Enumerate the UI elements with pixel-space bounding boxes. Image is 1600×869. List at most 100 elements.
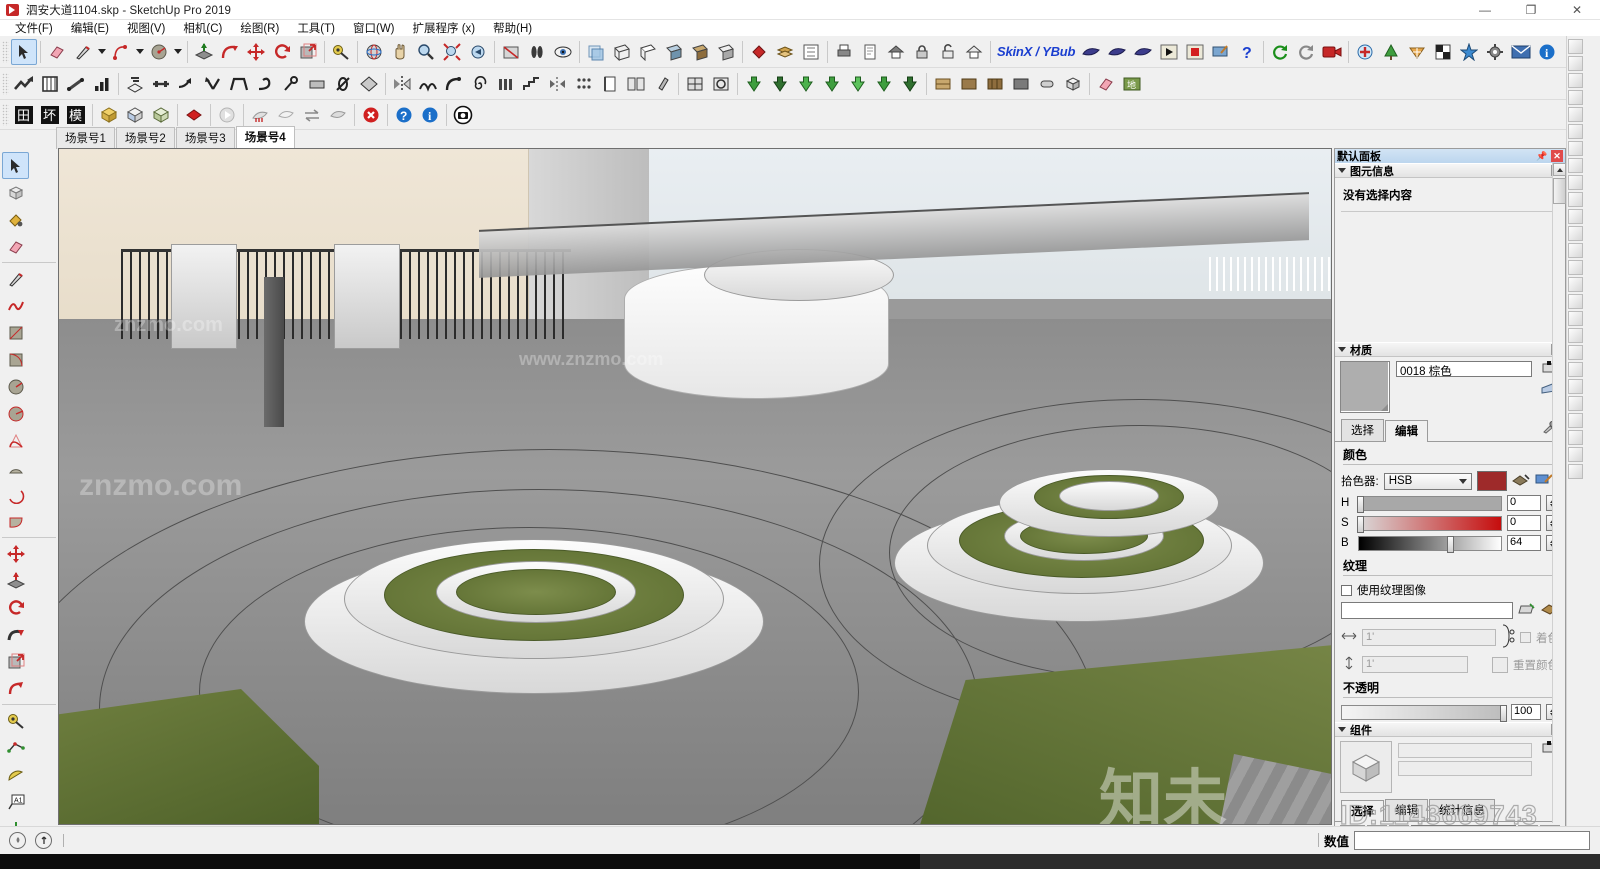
mini-tool-10[interactable] bbox=[1568, 192, 1583, 207]
plugin-mirror-tool[interactable] bbox=[389, 71, 415, 97]
scene-tab-1[interactable]: 场景号1 bbox=[56, 127, 115, 149]
plugin-loop-tool[interactable] bbox=[252, 71, 278, 97]
plugin-arrow-down-dark[interactable] bbox=[767, 71, 793, 97]
panel-scrollbar[interactable] bbox=[1552, 163, 1566, 823]
ext-paint-red-icon[interactable] bbox=[181, 102, 207, 128]
plugin-explode-tool[interactable] bbox=[200, 71, 226, 97]
plugin-texture-3[interactable] bbox=[982, 71, 1008, 97]
monochrome-tool[interactable] bbox=[713, 39, 739, 65]
orbit-tool[interactable] bbox=[361, 39, 387, 65]
tape-measure-tool-left[interactable] bbox=[2, 707, 29, 734]
ext-grid-char-icon[interactable]: 田 bbox=[11, 102, 37, 128]
plugin-columns-tool[interactable] bbox=[493, 71, 519, 97]
channel-h-value[interactable]: 0 bbox=[1507, 495, 1541, 511]
plugin-joint-tool[interactable] bbox=[278, 71, 304, 97]
picker-select[interactable]: HSB bbox=[1383, 472, 1472, 490]
menu-tools[interactable]: 工具(T) bbox=[288, 19, 344, 37]
material-tab-edit[interactable]: 编辑 bbox=[1385, 420, 1428, 442]
menu-view[interactable]: 视图(V) bbox=[118, 19, 174, 37]
mini-tool-24[interactable] bbox=[1568, 430, 1583, 445]
plugin-texture-2[interactable] bbox=[956, 71, 982, 97]
ext-huai-char-icon[interactable]: 坏 bbox=[37, 102, 63, 128]
tape-measure-tool[interactable] bbox=[328, 39, 354, 65]
mini-tool-4[interactable] bbox=[1568, 90, 1583, 105]
reset-color-checkbox[interactable] bbox=[1492, 656, 1508, 673]
scene-tab-4[interactable]: 场景号4 bbox=[235, 126, 295, 149]
rotated-rectangle-tool[interactable] bbox=[2, 346, 29, 373]
sync-tool[interactable] bbox=[1293, 39, 1319, 65]
hidden-line-tool[interactable] bbox=[635, 39, 661, 65]
ext-help-icon[interactable]: ? bbox=[391, 102, 417, 128]
plugin-bars-tool[interactable] bbox=[89, 71, 115, 97]
skinx-play-button[interactable] bbox=[1156, 39, 1182, 65]
print-tool[interactable] bbox=[831, 39, 857, 65]
walk-tool[interactable] bbox=[524, 39, 550, 65]
plugin-brush-tool[interactable] bbox=[649, 71, 675, 97]
scale-tool[interactable] bbox=[295, 39, 321, 65]
plugin-cube-tool[interactable] bbox=[1060, 71, 1086, 97]
fan-tool[interactable] bbox=[1404, 39, 1430, 65]
mini-tool-18[interactable] bbox=[1568, 328, 1583, 343]
texture-height-input[interactable]: 1' bbox=[1362, 656, 1468, 673]
texture-file-input[interactable] bbox=[1341, 602, 1513, 619]
colorize-checkbox[interactable] bbox=[1520, 632, 1531, 643]
export-tool[interactable] bbox=[961, 39, 987, 65]
texture-width-input[interactable]: 1' bbox=[1362, 629, 1496, 646]
plugin-window-tool[interactable] bbox=[682, 71, 708, 97]
eraser-tool-left[interactable] bbox=[2, 233, 29, 260]
wireframe-tool[interactable] bbox=[609, 39, 635, 65]
star-tool[interactable] bbox=[1456, 39, 1482, 65]
maximize-button[interactable]: ❐ bbox=[1508, 0, 1554, 20]
mini-tool-20[interactable] bbox=[1568, 362, 1583, 377]
channel-s-value[interactable]: 0 bbox=[1507, 515, 1541, 531]
mini-tool-16[interactable] bbox=[1568, 294, 1583, 309]
move-tool-left[interactable] bbox=[2, 540, 29, 567]
mini-tool-2[interactable] bbox=[1568, 56, 1583, 71]
close-button[interactable]: ✕ bbox=[1554, 0, 1600, 20]
channel-b-value[interactable]: 64 bbox=[1507, 535, 1541, 551]
look-around-tool[interactable] bbox=[550, 39, 576, 65]
component-tab-stats[interactable]: 统计信息 bbox=[1429, 799, 1495, 821]
pan-tool[interactable] bbox=[387, 39, 413, 65]
outliner-tool[interactable] bbox=[798, 39, 824, 65]
line-tool-dropdown[interactable] bbox=[96, 39, 108, 65]
polygon-tool[interactable] bbox=[2, 400, 29, 427]
scroll-thumb[interactable] bbox=[1553, 178, 1566, 204]
channel-h-slider[interactable] bbox=[1357, 495, 1502, 513]
two-point-arc-tool[interactable] bbox=[2, 454, 29, 481]
ext-box-yellow-icon[interactable] bbox=[96, 102, 122, 128]
use-texture-checkbox[interactable] bbox=[1341, 584, 1352, 596]
plugin-tray-tool[interactable] bbox=[304, 71, 330, 97]
plugin-cut-tool[interactable] bbox=[330, 71, 356, 97]
component-cube-icon[interactable] bbox=[1340, 741, 1392, 793]
skinx-tool-1[interactable] bbox=[1078, 39, 1104, 65]
unlock-tool[interactable] bbox=[935, 39, 961, 65]
components-header[interactable]: 组件 ✕ bbox=[1335, 722, 1565, 737]
menu-edit[interactable]: 编辑(E) bbox=[62, 19, 118, 37]
ext-error-icon[interactable] bbox=[358, 102, 384, 128]
mini-tool-5[interactable] bbox=[1568, 107, 1583, 122]
mini-tool-7[interactable] bbox=[1568, 141, 1583, 156]
textured-tool[interactable] bbox=[687, 39, 713, 65]
plugin-slope-tool[interactable] bbox=[63, 71, 89, 97]
channel-s-slider[interactable] bbox=[1357, 515, 1502, 533]
plugin-grid-tool[interactable] bbox=[37, 71, 63, 97]
menu-extensions[interactable]: 扩展程序 (x) bbox=[404, 19, 485, 37]
plugin-spiral-tool[interactable] bbox=[467, 71, 493, 97]
material-name-input[interactable]: 0018 棕色 bbox=[1396, 361, 1532, 378]
mini-tool-9[interactable] bbox=[1568, 175, 1583, 190]
pin-icon[interactable]: 📌 bbox=[1536, 150, 1548, 162]
skinx-help-button[interactable]: ? bbox=[1234, 39, 1260, 65]
ext-play-disabled-icon[interactable] bbox=[214, 102, 240, 128]
arc-tool-dropdown[interactable] bbox=[134, 39, 146, 65]
tip-icon[interactable] bbox=[9, 832, 26, 849]
plugin-round-tool[interactable] bbox=[441, 71, 467, 97]
line-tool-left[interactable] bbox=[2, 265, 29, 292]
gear-icon[interactable] bbox=[1482, 39, 1508, 65]
shaded-tool[interactable] bbox=[661, 39, 687, 65]
current-color-swatch[interactable] bbox=[1476, 471, 1507, 491]
plugin-arrow-down-4[interactable] bbox=[819, 71, 845, 97]
mini-tool-8[interactable] bbox=[1568, 158, 1583, 173]
plugin-terrain-tool[interactable]: 地 bbox=[1119, 71, 1145, 97]
pushpull-tool[interactable] bbox=[191, 39, 217, 65]
